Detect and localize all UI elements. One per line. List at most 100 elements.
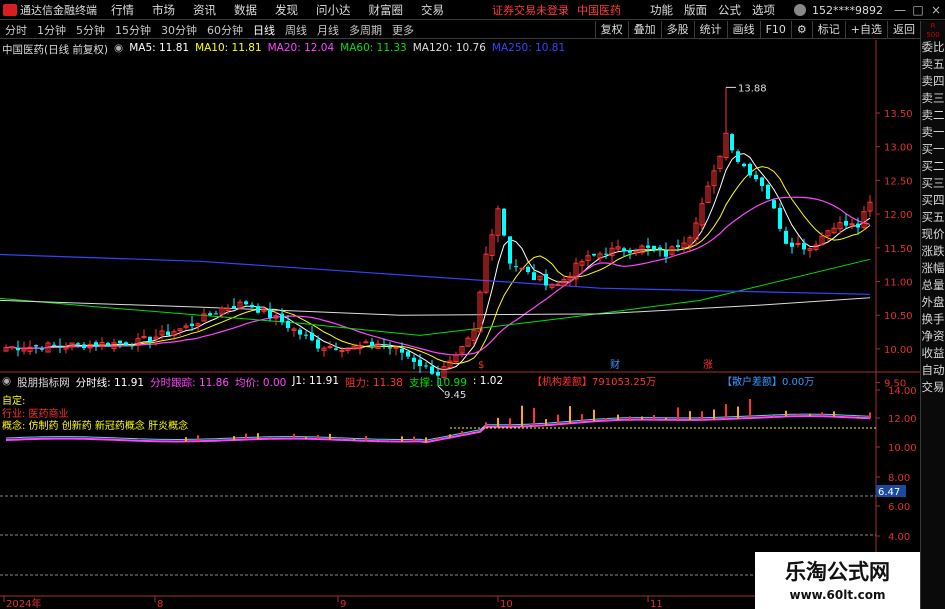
indicator-name[interactable]: 股朋指标网 <box>17 375 70 389</box>
eye-icon[interactable]: ◉ <box>2 375 11 389</box>
user-avatar-icon[interactable] <box>794 4 806 16</box>
menu-hangqing[interactable]: 行情 <box>111 2 134 18</box>
candle-body-125 <box>754 174 758 180</box>
menu-gongshi[interactable]: 公式 <box>718 2 741 18</box>
sub-bar-130 <box>785 410 787 417</box>
quote-item-14[interactable]: 总量 <box>921 277 945 294</box>
candle-body-90 <box>544 273 548 286</box>
quote-item-20[interactable]: 交易 <box>921 379 945 396</box>
quote-item-6[interactable]: 买一 <box>921 141 945 158</box>
maximize-button[interactable]: □ <box>909 3 927 17</box>
account-id[interactable]: 152****9892 <box>812 4 883 17</box>
quote-item-19[interactable]: 自动 <box>921 362 945 379</box>
candle-body-21 <box>130 345 134 347</box>
add-watchlist-button[interactable]: +自选 <box>844 21 887 39</box>
menu-zixun[interactable]: 资讯 <box>193 2 216 18</box>
tab-30min[interactable]: 30分钟 <box>156 22 202 38</box>
tab-weekly[interactable]: 周线 <box>280 22 312 38</box>
tab-more[interactable]: 更多 <box>387 22 419 38</box>
quote-item-3[interactable]: 卖三 <box>921 90 945 107</box>
tab-monthly[interactable]: 月线 <box>312 22 344 38</box>
quote-item-8[interactable]: 买三 <box>921 175 945 192</box>
candle-body-31 <box>190 323 194 326</box>
sub-bar-72 <box>437 437 439 440</box>
menu-faxian[interactable]: 发现 <box>275 2 298 18</box>
candle-body-83 <box>502 208 506 236</box>
event-marker-1[interactable]: 财 <box>610 358 620 371</box>
settings-icon[interactable]: ⚙ <box>790 21 812 39</box>
close-button[interactable]: × <box>927 3 945 17</box>
trade-login-status[interactable]: 证券交易未登录 <box>492 2 569 18</box>
ma10-value: MA10: 11.81 <box>195 42 262 54</box>
quote-item-18[interactable]: 收益 <box>921 345 945 362</box>
menu-caifuquan[interactable]: 财富圈 <box>369 2 404 18</box>
candle-body-50 <box>304 334 308 336</box>
watermark-title: 乐淘公式网 <box>785 560 890 584</box>
quote-item-12[interactable]: 涨跌 <box>921 243 945 260</box>
sub-bar-78 <box>473 432 475 433</box>
sub-bar-140 <box>845 415 847 418</box>
quote-item-11[interactable]: 现价 <box>921 226 945 243</box>
fuquan-button[interactable]: 复权 <box>594 21 628 39</box>
quote-item-13[interactable]: 涨幅 <box>921 260 945 277</box>
price-tick-label-7: 10.00 <box>884 345 913 356</box>
quote-item-17[interactable]: 净资 <box>921 328 945 345</box>
candle-body-129 <box>778 207 782 229</box>
quote-item-10[interactable]: 买五 <box>921 209 945 226</box>
sub-chart-legend: ◉ 股朋指标网 分时线: 11.91 分时跟踪: 11.86 均价: 0.00 … <box>2 375 509 389</box>
menu-jiaoyi[interactable]: 交易 <box>421 2 444 18</box>
f10-button[interactable]: F10 <box>759 21 791 39</box>
quote-item-list: 委比 卖五 卖四 卖三 卖二 卖一 买一 买二 买三 买四 买五 现价 涨跌 涨幅 总量 外盘 换手 净资 收益 自动… <box>921 39 945 396</box>
menu-banmian[interactable]: 版面 <box>684 2 707 18</box>
statistics-button[interactable]: 统计 <box>693 21 727 39</box>
multi-stock-button[interactable]: 多股 <box>660 21 694 39</box>
quote-side-panel: R 500 委比 卖五 卖四 卖三 卖二 卖一 买一 买二 买三 买四 买五 现价 涨跌 涨幅 总量 外盘 换手… <box>920 21 945 609</box>
quote-item-0[interactable]: 委比 <box>921 39 945 56</box>
mark-button[interactable]: 标记 <box>811 21 845 39</box>
tab-daily[interactable]: 日线 <box>248 22 280 38</box>
tab-60min[interactable]: 60分钟 <box>202 22 248 38</box>
candle-body-13 <box>82 344 86 349</box>
tab-fenshi[interactable]: 分时 <box>0 22 32 38</box>
candle-body-109 <box>658 247 662 250</box>
menu-xuanxiang[interactable]: 选项 <box>752 2 775 18</box>
fenshi-track-value: 分时跟踪: 11.86 <box>150 377 230 389</box>
ratio-value: : 1.02 <box>472 375 504 387</box>
sub-bar-118 <box>713 409 715 420</box>
candle-body-64 <box>388 347 392 349</box>
tab-1min[interactable]: 1分钟 <box>32 22 71 38</box>
draw-line-button[interactable]: 画线 <box>726 21 760 39</box>
quote-item-7[interactable]: 买二 <box>921 158 945 175</box>
candle-body-126 <box>760 177 764 186</box>
quote-item-9[interactable]: 买四 <box>921 192 945 209</box>
tab-multi-period[interactable]: 多周期 <box>344 22 387 38</box>
stock-title[interactable]: 中国医药(日线 前复权) <box>2 42 108 56</box>
candle-body-6 <box>40 348 44 350</box>
quote-item-4[interactable]: 卖二 <box>921 107 945 124</box>
menu-shichang[interactable]: 市场 <box>152 2 175 18</box>
event-marker-0[interactable]: $ <box>478 360 484 371</box>
kline-chart[interactable]: 13.50 13.00 12.50 12.00 11.50 11.00 10.50 10.00… <box>0 40 920 609</box>
menu-gongneng[interactable]: 功能 <box>650 2 673 18</box>
event-marker-2[interactable]: 涨 <box>703 359 713 371</box>
quote-item-2[interactable]: 卖四 <box>921 73 945 90</box>
tab-15min[interactable]: 15分钟 <box>110 22 156 38</box>
candle-body-100 <box>604 253 608 255</box>
quote-item-16[interactable]: 换手 <box>921 311 945 328</box>
menu-wenxiaoda[interactable]: 问小达 <box>316 2 351 18</box>
title-bar-right: 功能 版面 公式 选项 152****9892 — □ × <box>650 0 945 20</box>
tab-5min[interactable]: 5分钟 <box>71 22 110 38</box>
eye-icon[interactable]: ◉ <box>114 42 123 56</box>
title-bar: 通达信金融终端 行情 市场 资讯 数据 发现 问小达 财富圈 交易 证券交易未登… <box>0 0 945 20</box>
quote-item-5[interactable]: 卖一 <box>921 124 945 141</box>
annotation-institution: 【机构差额】791053.25万 <box>532 375 656 388</box>
minimize-button[interactable]: — <box>891 3 909 17</box>
overlay-button[interactable]: 叠加 <box>627 21 661 39</box>
candle-body-1 <box>9 346 15 349</box>
menu-shuju[interactable]: 数据 <box>234 2 257 18</box>
sub-bar-62 <box>377 440 379 442</box>
quote-item-1[interactable]: 卖五 <box>921 56 945 73</box>
app-logo-icon <box>3 3 17 16</box>
back-button[interactable]: 返回 <box>887 21 920 39</box>
quote-item-15[interactable]: 外盘 <box>921 294 945 311</box>
